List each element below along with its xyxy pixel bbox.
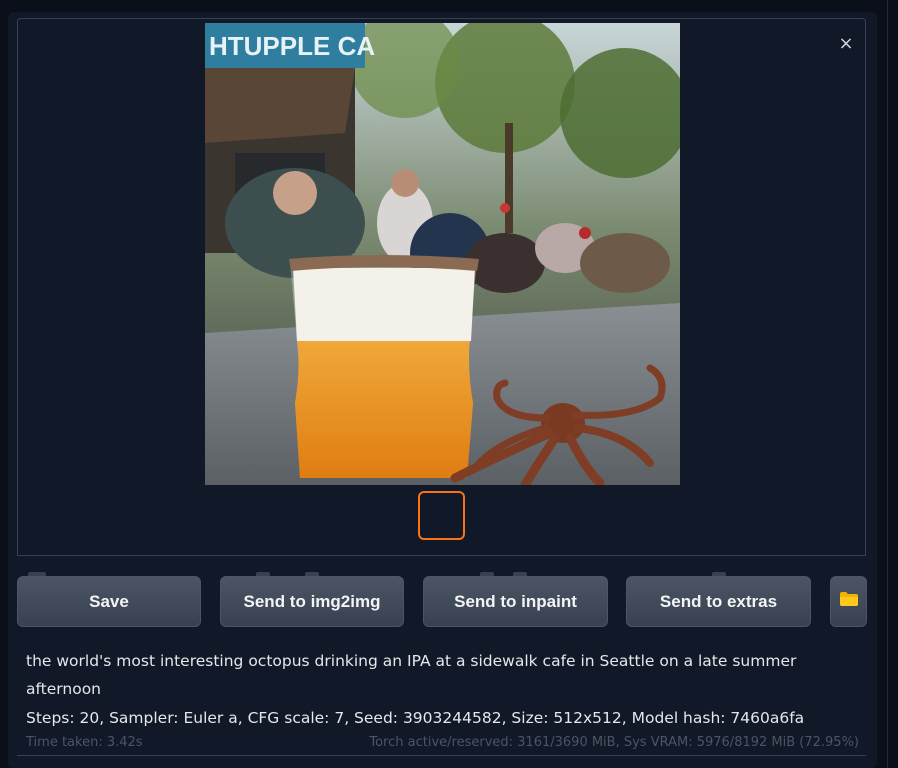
save-button-label: Save [89, 591, 129, 611]
open-folder-button[interactable] [830, 576, 867, 627]
right-scroll-rail [887, 0, 898, 768]
save-button[interactable]: Save [17, 576, 201, 627]
app-window: × HTUPPLE CA Save Send to img2img Send t… [0, 0, 898, 768]
generation-prompt: the world's most interesting octopus dri… [26, 652, 797, 698]
send-to-extras-label: Send to extras [659, 591, 778, 611]
memory-usage: Torch active/reserved: 3161/3690 MiB, Sy… [369, 735, 859, 750]
generated-image[interactable]: HTUPPLE CA [205, 23, 680, 485]
generation-params: Steps: 20, Sampler: Euler a, CFG scale: … [26, 709, 805, 727]
send-to-img2img-label: Send to img2img [243, 591, 381, 611]
performance-footer: Time taken: 3.42s Torch active/reserved:… [17, 733, 866, 755]
svg-text:HTUPPLE CA: HTUPPLE CA [209, 31, 375, 61]
send-to-inpaint-button[interactable]: Send to inpaint [423, 576, 608, 627]
gallery-thumbnail-selected[interactable] [418, 491, 465, 540]
bottom-divider [17, 755, 866, 756]
send-to-img2img-button[interactable]: Send to img2img [220, 576, 404, 627]
close-icon[interactable]: × [836, 34, 856, 54]
send-to-extras-button[interactable]: Send to extras [626, 576, 811, 627]
folder-icon [839, 591, 859, 612]
time-taken: Time taken: 3.42s [26, 735, 143, 750]
send-to-inpaint-label: Send to inpaint [454, 591, 577, 611]
